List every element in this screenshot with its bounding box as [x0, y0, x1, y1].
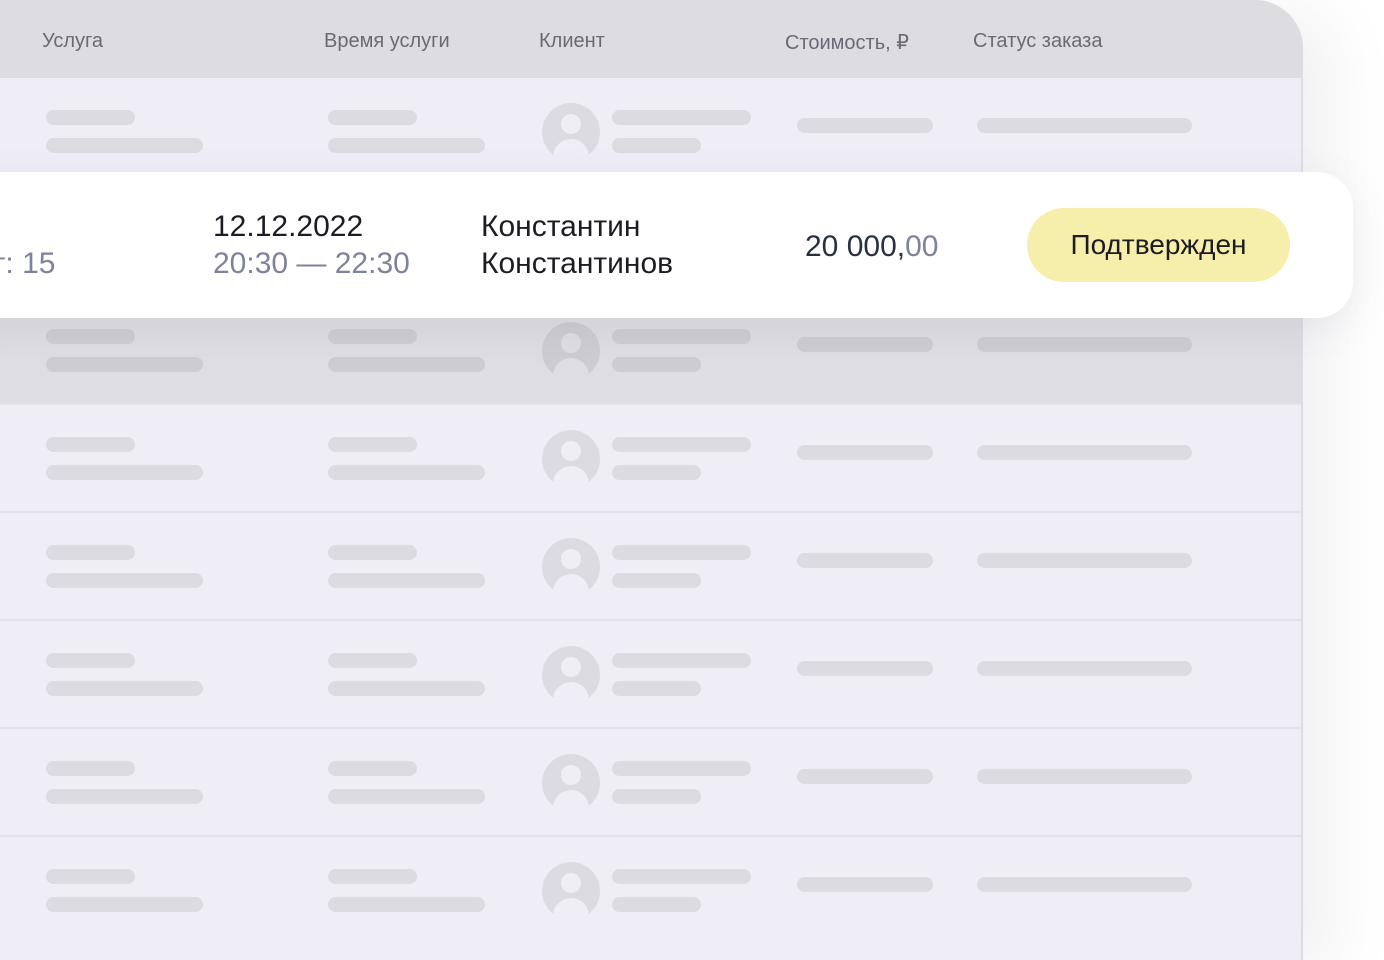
skeleton-line: [328, 545, 417, 560]
avatar-placeholder-icon: [542, 862, 600, 920]
skeleton-line: [977, 337, 1192, 352]
skeleton-line: [46, 869, 135, 884]
skeleton-line: [46, 573, 203, 588]
skeleton-line: [46, 789, 203, 804]
skeleton-line: [46, 545, 135, 560]
skeleton-line: [328, 897, 485, 912]
avatar-placeholder-icon: [542, 538, 600, 596]
skeleton-line: [612, 329, 751, 344]
column-header-client[interactable]: Клиент: [539, 30, 605, 53]
skeleton-line: [612, 545, 751, 560]
skeleton-line: [797, 877, 933, 892]
skeleton-line: [612, 653, 751, 668]
client-last-name[interactable]: Константинов: [481, 246, 673, 282]
skeleton-line: [328, 653, 417, 668]
avatar-placeholder-icon: [542, 646, 600, 704]
skeleton-line: [612, 437, 751, 452]
skeleton-line: [328, 110, 417, 125]
avatar-placeholder-icon: [542, 322, 600, 380]
skeleton-line: [977, 553, 1192, 568]
skeleton-line: [328, 573, 485, 588]
skeleton-line: [46, 329, 135, 344]
column-header-time[interactable]: Время услуги: [324, 30, 450, 53]
skeleton-line: [797, 661, 933, 676]
skeleton-line: [328, 869, 417, 884]
service-cell: ест: 15: [0, 247, 56, 280]
skeleton-line: [612, 465, 701, 480]
skeleton-line: [46, 437, 135, 452]
skeleton-line: [612, 357, 701, 372]
skeleton-line: [797, 769, 933, 784]
skeleton-line: [328, 329, 417, 344]
column-header-service[interactable]: Услуга: [42, 30, 103, 53]
skeleton-line: [46, 110, 135, 125]
skeleton-line: [977, 445, 1192, 460]
skeleton-line: [612, 110, 751, 125]
skeleton-line: [612, 681, 701, 696]
skeleton-line: [977, 769, 1192, 784]
table-row-placeholder[interactable]: [0, 619, 1301, 727]
price-whole: 20 000,: [805, 230, 906, 263]
skeleton-line: [328, 437, 417, 452]
price-fraction: 00: [905, 230, 939, 263]
table-row-placeholder[interactable]: [0, 403, 1301, 511]
skeleton-line: [46, 681, 203, 696]
orders-table: Услуга Время услуги Клиент Стоимость, ₽ …: [0, 0, 1303, 960]
column-header-status[interactable]: Статус заказа: [973, 30, 1102, 53]
avatar-placeholder-icon: [542, 430, 600, 488]
skeleton-line: [977, 877, 1192, 892]
table-row-placeholder[interactable]: [0, 78, 1301, 186]
client-first-name[interactable]: Константин: [481, 209, 640, 245]
skeleton-line: [46, 653, 135, 668]
skeleton-line: [328, 357, 485, 372]
order-time-range: 20:30 — 22:30: [213, 247, 410, 280]
skeleton-line: [977, 661, 1192, 676]
column-header-price[interactable]: Стоимость, ₽: [785, 30, 909, 55]
skeleton-line: [328, 789, 485, 804]
skeleton-line: [46, 465, 203, 480]
skeleton-line: [612, 897, 701, 912]
skeleton-line: [612, 869, 751, 884]
order-price: 20 000,00: [805, 229, 938, 265]
skeleton-line: [612, 573, 701, 588]
table-row-placeholder[interactable]: [0, 727, 1301, 835]
avatar-placeholder-icon: [542, 754, 600, 812]
skeleton-line: [46, 761, 135, 776]
skeleton-line: [46, 357, 203, 372]
skeleton-line: [328, 465, 485, 480]
skeleton-line: [797, 553, 933, 568]
skeleton-line: [612, 789, 701, 804]
skeleton-line: [797, 337, 933, 352]
status-badge[interactable]: Подтвержден: [1027, 208, 1290, 282]
table-row-placeholder[interactable]: [0, 511, 1301, 619]
table-row-placeholder[interactable]: [0, 835, 1301, 943]
skeleton-line: [328, 761, 417, 776]
order-date: 12.12.2022: [213, 210, 364, 243]
skeleton-line: [612, 138, 701, 153]
avatar-placeholder-icon: [542, 103, 600, 161]
skeleton-line: [46, 897, 203, 912]
skeleton-line: [797, 118, 933, 133]
skeleton-line: [612, 761, 751, 776]
highlighted-order-row[interactable]: ест: 15 12.12.2022 20:30 — 22:30 Констан…: [0, 172, 1353, 318]
skeleton-line: [977, 118, 1192, 133]
skeleton-line: [797, 445, 933, 460]
table-header: Услуга Время услуги Клиент Стоимость, ₽ …: [0, 0, 1301, 78]
skeleton-line: [328, 138, 485, 153]
skeleton-line: [328, 681, 485, 696]
skeleton-line: [46, 138, 203, 153]
